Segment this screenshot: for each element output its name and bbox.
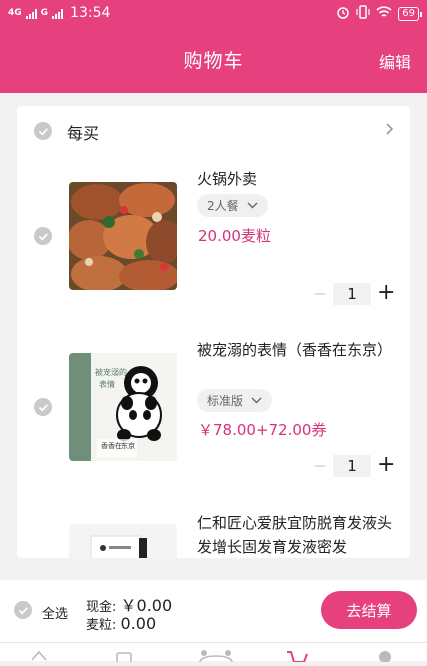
store-name[interactable]: 每买 [67, 120, 99, 144]
item-price: ￥78.00+72.00券 [198, 421, 327, 439]
store-check-icon[interactable] [34, 122, 52, 140]
book-cover-text-3: 香香在 [101, 442, 122, 450]
alarm-icon [336, 5, 350, 23]
cart-tab-icon[interactable] [286, 647, 308, 663]
minus-button[interactable] [315, 465, 325, 467]
network-4g: 4G [8, 7, 22, 18]
item-title[interactable]: 仁和匠心爱肤宜防脱育发液头发增长固发育发液密发 [197, 511, 397, 558]
points-total: 麦粒: 0.00 [86, 614, 156, 633]
cash-total: 现金: ￥0.00 [86, 592, 172, 616]
wifi-icon [376, 5, 392, 23]
chevron-right-icon[interactable] [385, 121, 394, 140]
item-title[interactable]: 火锅外卖 [197, 167, 397, 191]
book-cover-text-2: 表情 [99, 380, 115, 389]
chevron-down-icon [247, 202, 258, 209]
page-title: 购物车 [183, 50, 244, 72]
signal-icon-2 [52, 8, 64, 19]
product-image[interactable] [69, 524, 177, 558]
spec-label: 标准版 [207, 394, 244, 408]
network-g: G [40, 7, 49, 18]
quantity-input[interactable]: 1 [333, 455, 371, 477]
points-label: 麦粒: [86, 618, 117, 633]
spec-label: 2人餐 [207, 199, 239, 213]
cart-footer: 全选 现金: ￥0.00 麦粒: 0.00 去结算 [0, 580, 427, 642]
category-tab-icon[interactable] [115, 647, 133, 664]
profile-tab-icon[interactable] [376, 647, 394, 663]
edit-button[interactable]: 编辑 [379, 49, 411, 73]
battery-icon: 69 [398, 7, 422, 21]
quantity-input[interactable]: 1 [333, 283, 371, 305]
chevron-down-icon [251, 397, 262, 404]
tab-bar [0, 642, 427, 664]
hotpot-image[interactable] [69, 182, 177, 290]
vibrate-icon [356, 5, 370, 23]
item-title[interactable]: 被宠溺的表情（香香在东京） [197, 338, 397, 362]
cash-value: ￥0.00 [120, 596, 173, 615]
select-all-label[interactable]: 全选 [42, 603, 68, 622]
plus-button[interactable]: + [377, 454, 395, 476]
plus-button[interactable]: + [377, 282, 395, 304]
cash-label: 现金: [86, 600, 117, 615]
item-price: 20.00麦粒 [198, 227, 271, 245]
panda-tab-icon[interactable] [198, 647, 234, 663]
spec-selector[interactable]: 标准版 [197, 389, 273, 412]
select-all-check-icon[interactable] [14, 601, 32, 619]
book-cover-text-4: 东京 [121, 442, 135, 450]
book-cover-text-1: 被宠溺的 [95, 368, 127, 377]
clock: 13:54 [70, 5, 111, 21]
book-image[interactable]: 被宠溺的 表情 香香在 东京 [69, 353, 177, 461]
checkout-button[interactable]: 去结算 [321, 591, 417, 629]
minus-button[interactable] [315, 293, 325, 295]
app-header: 4G G 13:54 69 购物车 编辑 [0, 0, 427, 93]
store-cart-card: 每买 火锅外卖 2人餐 20.00麦粒 1 + 被宠溺的 表情 香香在 东京 被… [17, 106, 410, 558]
status-bar: 4G G 13:54 69 [0, 0, 427, 26]
spec-selector[interactable]: 2人餐 [197, 194, 268, 217]
item-check-icon[interactable] [34, 227, 52, 245]
item-check-icon[interactable] [34, 398, 52, 416]
points-value: 0.00 [120, 614, 157, 633]
home-tab-icon[interactable] [30, 647, 48, 661]
signal-icon [25, 8, 37, 19]
